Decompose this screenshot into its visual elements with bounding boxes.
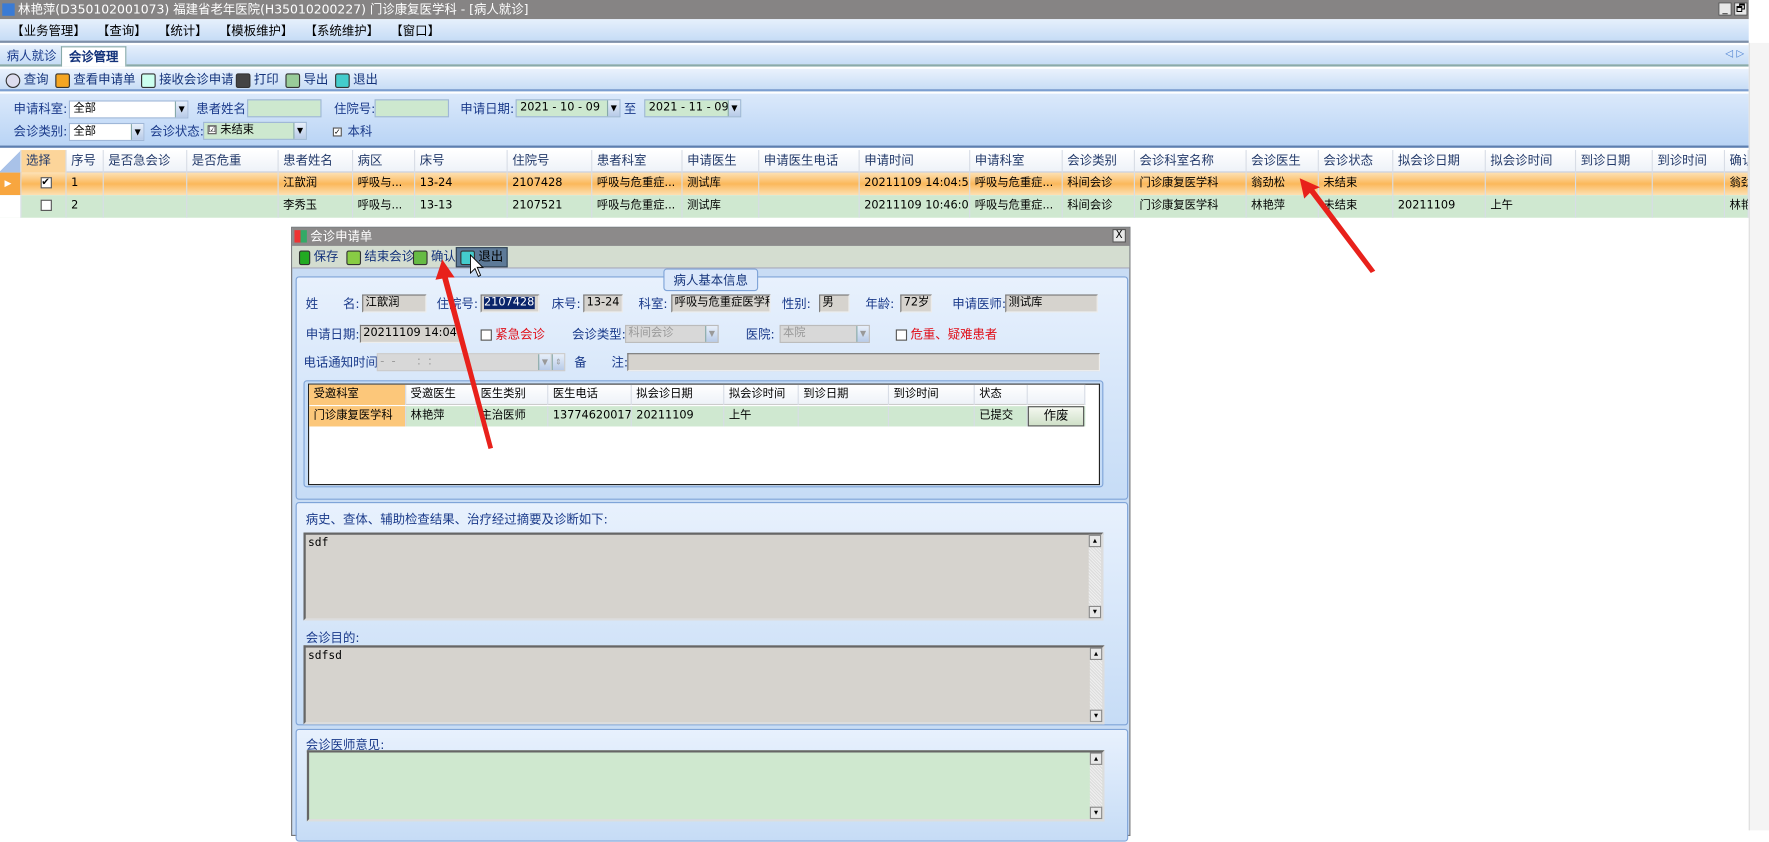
red-arrow-annotation	[435, 259, 494, 450]
mouse-cursor-icon	[470, 253, 484, 278]
annotation-overlay	[435, 178, 1376, 450]
red-arrow-annotation	[1299, 178, 1376, 274]
